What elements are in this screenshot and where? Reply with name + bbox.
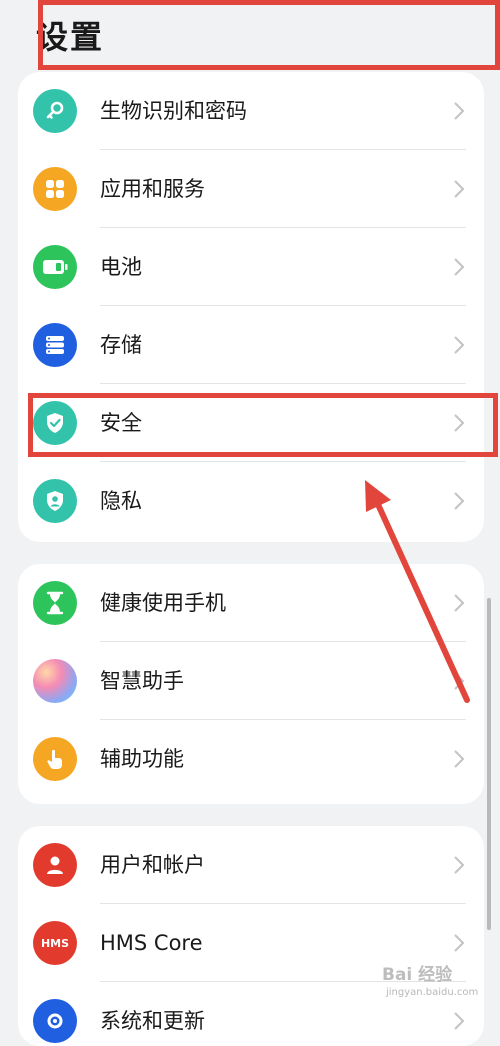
annotation-arrow [365,480,470,703]
watermark-url: jingyan.baidu.com [386,987,479,998]
scrollbar[interactable] [487,598,491,930]
watermark-logo-text: Bai 经验 [382,965,453,985]
watermark: Bai 经验 jingyan.baidu.com [382,960,488,1008]
